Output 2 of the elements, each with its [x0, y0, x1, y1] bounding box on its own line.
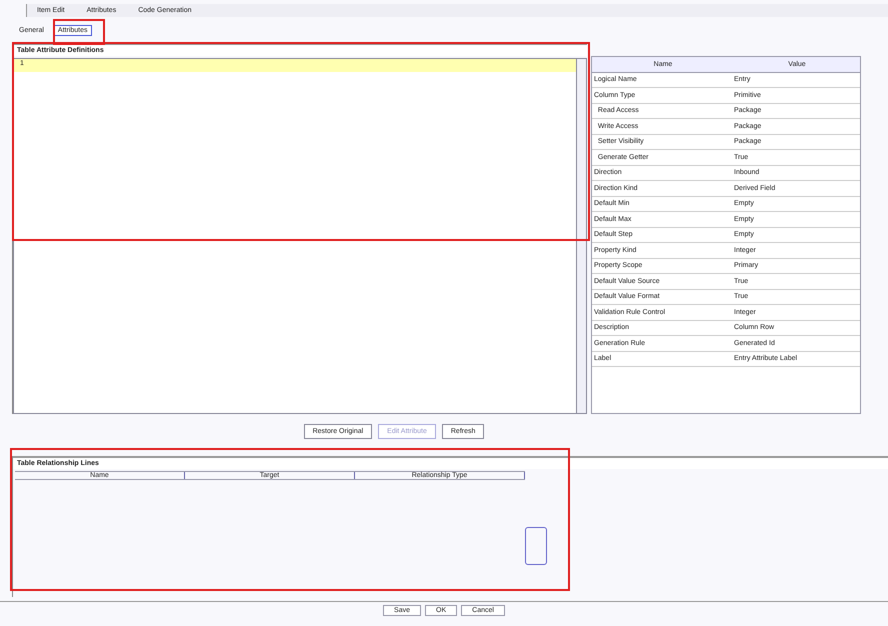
scroll-control[interactable]: [525, 527, 547, 565]
scrollbar[interactable]: [576, 59, 586, 413]
